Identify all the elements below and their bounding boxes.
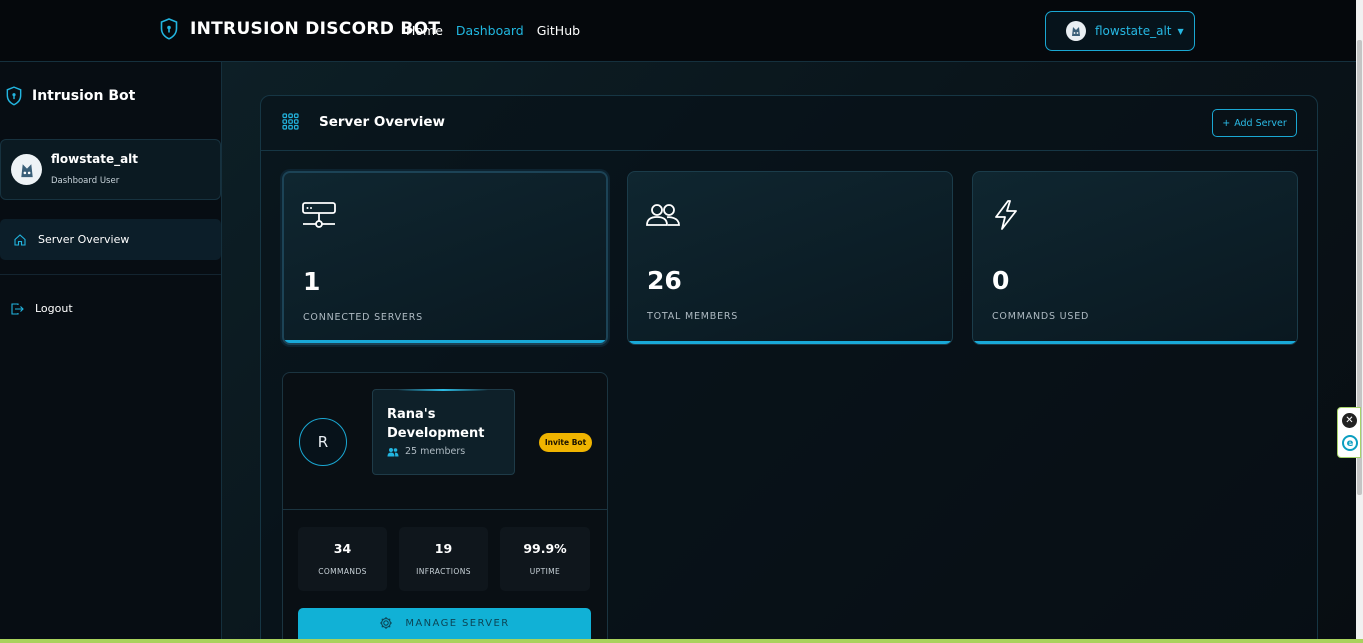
brand-title: INTRUSION DISCORD BOT xyxy=(190,19,441,39)
nav-dashboard-link[interactable]: Dashboard xyxy=(456,23,524,38)
user-name: flowstate_alt xyxy=(51,152,139,166)
stat-value: 1 xyxy=(303,267,321,296)
sidebar: Intrusion Bot flowstate_alt Dashboard Us… xyxy=(0,62,222,643)
sidebar-item-label: Logout xyxy=(35,302,73,315)
server-members-count: 25 members xyxy=(405,446,466,457)
top-navbar: INTRUSION DISCORD BOT Home Dashboard Git… xyxy=(0,0,1356,62)
chevron-down-icon: ▼ xyxy=(1177,26,1184,36)
server-avatar: R xyxy=(299,418,347,466)
user-menu-button[interactable]: flowstate_alt ▼ xyxy=(1045,11,1195,51)
stat-card-total-members: 26 TOTAL MEMBERS xyxy=(627,171,953,345)
mini-stat-infractions: 19 INFRACTIONS xyxy=(399,527,488,591)
add-server-button[interactable]: + Add Server xyxy=(1212,109,1297,137)
extension-logo-icon[interactable]: e xyxy=(1342,435,1358,451)
lightning-icon xyxy=(995,200,1017,230)
nav-home-link[interactable]: Home xyxy=(406,23,443,38)
server-card[interactable]: R Rana's Development 25 members Invite B… xyxy=(282,372,608,643)
bot-avatar-icon xyxy=(1072,27,1080,36)
brand[interactable]: INTRUSION DISCORD BOT xyxy=(160,18,440,40)
panel-header: Server Overview + Add Server xyxy=(261,96,1317,151)
extension-widget[interactable]: ✕ e xyxy=(1337,407,1361,458)
stat-value: 0 xyxy=(992,266,1010,295)
sidebar-item-label: Server Overview xyxy=(38,233,130,246)
bottom-border xyxy=(0,639,1363,643)
stat-label: CONNECTED SERVERS xyxy=(303,312,423,323)
invite-bot-badge[interactable]: Invite Bot xyxy=(539,433,592,452)
stat-label: TOTAL MEMBERS xyxy=(647,311,739,322)
sidebar-item-logout[interactable]: Logout xyxy=(0,288,221,329)
mini-stat-value: 34 xyxy=(333,541,352,556)
server-name: Rana's Development xyxy=(387,407,485,441)
logout-icon xyxy=(11,302,24,315)
sidebar-divider xyxy=(0,274,221,275)
bot-avatar-icon xyxy=(20,163,33,177)
mini-stat-label: INFRACTIONS xyxy=(416,567,471,576)
sidebar-item-server-overview[interactable]: Server Overview xyxy=(0,219,221,260)
mini-stat-label: UPTIME xyxy=(529,567,561,576)
stat-accent-bar xyxy=(284,340,606,343)
home-icon xyxy=(14,233,26,246)
shield-icon xyxy=(160,18,178,40)
users-icon xyxy=(387,447,399,456)
mini-stat-uptime: 99.9% UPTIME xyxy=(500,527,590,591)
shield-icon xyxy=(6,86,22,106)
sidebar-brand-title: Intrusion Bot xyxy=(32,88,136,104)
grid-icon xyxy=(282,113,299,130)
server-icon xyxy=(302,202,336,228)
server-info: Rana's Development 25 members xyxy=(372,389,515,475)
user-menu-label: flowstate_alt xyxy=(1095,24,1172,38)
mini-stat-value: 99.9% xyxy=(523,541,567,556)
mini-stat-label: COMMANDS xyxy=(318,567,367,576)
stat-card-commands-used: 0 COMMANDS USED xyxy=(972,171,1298,345)
nav-github-link[interactable]: GitHub xyxy=(537,23,580,38)
mini-stat-commands: 34 COMMANDS xyxy=(298,527,387,591)
gear-icon xyxy=(380,617,393,629)
mini-stat-value: 19 xyxy=(434,541,453,556)
server-info-glow xyxy=(398,389,488,391)
user-card: flowstate_alt Dashboard User xyxy=(0,139,221,200)
manage-server-label: MANAGE SERVER xyxy=(405,617,510,629)
add-server-label: Add Server xyxy=(1234,117,1287,129)
server-members: 25 members xyxy=(387,446,465,457)
stat-value: 26 xyxy=(647,266,682,295)
avatar xyxy=(1066,21,1086,41)
close-icon[interactable]: ✕ xyxy=(1342,413,1357,428)
users-icon xyxy=(646,204,680,226)
stat-label: COMMANDS USED xyxy=(992,311,1090,322)
main-nav: Home Dashboard GitHub xyxy=(406,23,580,38)
manage-server-button[interactable]: MANAGE SERVER xyxy=(298,608,591,643)
server-overview-panel: Server Overview + Add Server 1 CONNECTED… xyxy=(260,95,1318,643)
stat-accent-bar xyxy=(628,341,952,344)
page-title: Server Overview xyxy=(319,114,445,130)
stat-accent-bar xyxy=(973,341,1297,344)
stat-card-connected-servers: 1 CONNECTED SERVERS xyxy=(282,171,608,345)
divider xyxy=(283,509,607,510)
plus-icon: + xyxy=(1222,117,1231,129)
avatar xyxy=(11,154,42,185)
user-role: Dashboard User xyxy=(51,176,120,186)
sidebar-brand: Intrusion Bot xyxy=(6,86,135,106)
